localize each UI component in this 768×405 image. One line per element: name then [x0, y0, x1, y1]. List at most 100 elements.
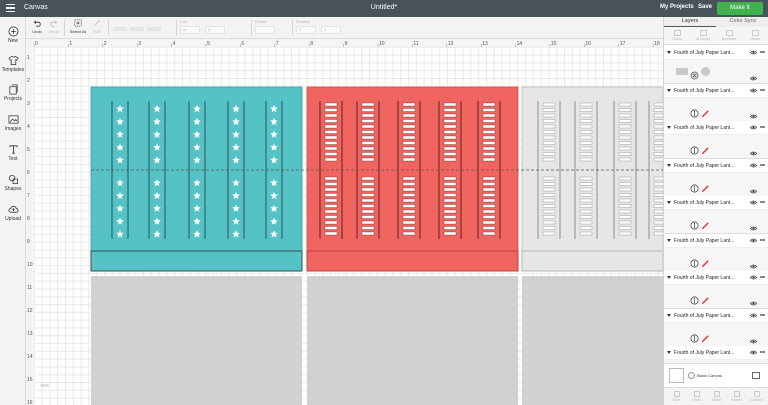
layer-group[interactable]: Fourth of July Paper Lant... [664, 271, 768, 309]
layer-row[interactable] [664, 322, 768, 348]
eye-icon[interactable] [749, 199, 758, 206]
align-tools[interactable] [113, 19, 173, 32]
layer-row[interactable] [664, 210, 768, 234]
expand-triangle-icon[interactable] [667, 51, 671, 54]
group-button[interactable]: Group [664, 30, 690, 41]
tab-color-sync[interactable]: Color Sync [717, 18, 768, 27]
layer-score-icon[interactable] [690, 105, 699, 123]
layer-group[interactable]: Fourth of July Paper Lant... [664, 308, 768, 348]
layer-group[interactable]: Fourth of July Paper Lant... [664, 121, 768, 159]
blank-canvas-swatch[interactable] [669, 368, 684, 383]
expand-triangle-icon[interactable] [667, 201, 671, 204]
copy-icon[interactable] [752, 372, 760, 379]
eye-icon[interactable] [749, 182, 758, 193]
expand-triangle-icon[interactable] [667, 126, 671, 129]
more-options-icon[interactable] [760, 126, 765, 128]
position-y-input[interactable]: Y [321, 26, 341, 34]
eye-icon[interactable] [749, 312, 758, 319]
expand-triangle-icon[interactable] [667, 238, 671, 242]
layer-header[interactable]: Fourth of July Paper Lant... [664, 308, 768, 323]
expand-triangle-icon[interactable] [667, 351, 671, 354]
attach-button[interactable]: Attach [706, 391, 727, 402]
more-options-icon[interactable] [760, 201, 765, 203]
width-input[interactable]: W [180, 26, 200, 34]
contour-button[interactable]: Contour [746, 391, 767, 402]
eye-icon[interactable] [749, 332, 758, 343]
my-projects-link[interactable]: My Projects [660, 4, 694, 10]
more-options-icon[interactable] [760, 163, 765, 166]
expand-triangle-icon[interactable] [667, 313, 671, 317]
layer-row[interactable] [664, 60, 768, 84]
more-options-icon[interactable] [760, 88, 765, 91]
more-options-icon[interactable] [760, 351, 765, 353]
layer-row[interactable] [664, 135, 768, 159]
more-options-icon[interactable] [760, 51, 765, 53]
layer-color-swatch[interactable] [701, 67, 710, 76]
layer-header[interactable]: Fourth of July Paper Lant... [664, 121, 768, 135]
pen-icon[interactable] [701, 292, 710, 310]
layer-row[interactable] [664, 172, 768, 198]
layer-header[interactable]: Fourth of July Paper Lant... [664, 346, 768, 360]
eye-icon[interactable] [749, 87, 758, 94]
slice-button[interactable]: Slice [666, 391, 687, 402]
sidebar-item-shapes[interactable]: Shapes [0, 174, 26, 192]
layer-score-icon[interactable] [690, 255, 699, 273]
edit-button[interactable]: Edit [90, 19, 104, 34]
more-options-icon[interactable] [760, 276, 765, 278]
eye-icon[interactable] [749, 219, 758, 231]
pen-icon[interactable] [701, 142, 710, 160]
eye-icon[interactable] [749, 124, 758, 131]
tab-layers[interactable]: Layers [664, 18, 716, 27]
eye-icon[interactable] [749, 162, 758, 169]
sidebar-item-text[interactable]: Text [0, 144, 26, 162]
eye-icon[interactable] [749, 349, 758, 356]
weld-button[interactable]: Weld [686, 391, 707, 402]
eye-icon[interactable] [749, 107, 758, 118]
layer-header[interactable]: Fourth of July Paper Lant... [664, 196, 768, 210]
pen-icon[interactable] [701, 255, 710, 273]
layer-score-icon[interactable] [690, 180, 699, 198]
hamburger-menu-icon[interactable] [6, 4, 15, 12]
layer-group[interactable]: Fourth of July Paper Lant... [664, 83, 768, 123]
duplicate-button[interactable]: Duplicate [716, 30, 742, 41]
flatten-button[interactable]: Flatten [726, 391, 747, 402]
eye-icon[interactable] [749, 257, 758, 268]
pen-icon[interactable] [701, 330, 710, 348]
design-canvas[interactable]: 0123456789101112131415161718192021222312… [26, 39, 663, 405]
layer-group[interactable]: Fourth of July Paper Lant... [664, 233, 768, 273]
sidebar-item-upload[interactable]: Upload [0, 204, 26, 222]
expand-triangle-icon[interactable] [667, 276, 671, 279]
rotate-input[interactable] [255, 26, 275, 34]
select-all-button[interactable]: Select All [67, 19, 89, 34]
sidebar-item-images[interactable]: Images [0, 114, 26, 132]
sidebar-item-templates[interactable]: Templates [0, 55, 26, 73]
pen-icon[interactable] [701, 217, 710, 235]
layer-header[interactable]: Fourth of July Paper Lant... [664, 271, 768, 285]
expand-triangle-icon[interactable] [667, 163, 671, 167]
layer-thumbnail[interactable] [676, 68, 688, 75]
pen-icon[interactable] [701, 105, 710, 123]
height-input[interactable]: H [205, 26, 225, 34]
more-options-icon[interactable] [760, 238, 765, 241]
eye-icon[interactable] [749, 237, 758, 244]
eye-icon[interactable] [749, 294, 758, 306]
layer-row[interactable] [664, 285, 768, 309]
color-circle-icon[interactable] [688, 372, 695, 379]
position-x-input[interactable]: X [296, 26, 316, 34]
layer-score-icon[interactable] [690, 330, 699, 348]
layer-header[interactable]: Fourth of July Paper Lant... [664, 46, 768, 60]
layer-row[interactable] [664, 97, 768, 123]
zoom-level[interactable]: 75% [40, 383, 49, 388]
layer-header[interactable]: Fourth of July Paper Lant... [664, 158, 768, 173]
pen-icon[interactable] [701, 180, 710, 198]
make-it-button[interactable]: Make It [717, 2, 763, 15]
save-button[interactable]: Save [698, 4, 712, 10]
layer-group[interactable]: Fourth of July Paper Lant... [664, 46, 768, 84]
undo-button[interactable]: Undo [30, 19, 44, 34]
expand-triangle-icon[interactable] [667, 88, 671, 92]
ungroup-button[interactable]: UnGroup [690, 30, 716, 41]
eye-icon[interactable] [749, 144, 758, 156]
sidebar-item-new[interactable]: New [0, 26, 26, 44]
delete-button[interactable]: Delete [742, 30, 768, 41]
more-options-icon[interactable] [760, 313, 765, 316]
